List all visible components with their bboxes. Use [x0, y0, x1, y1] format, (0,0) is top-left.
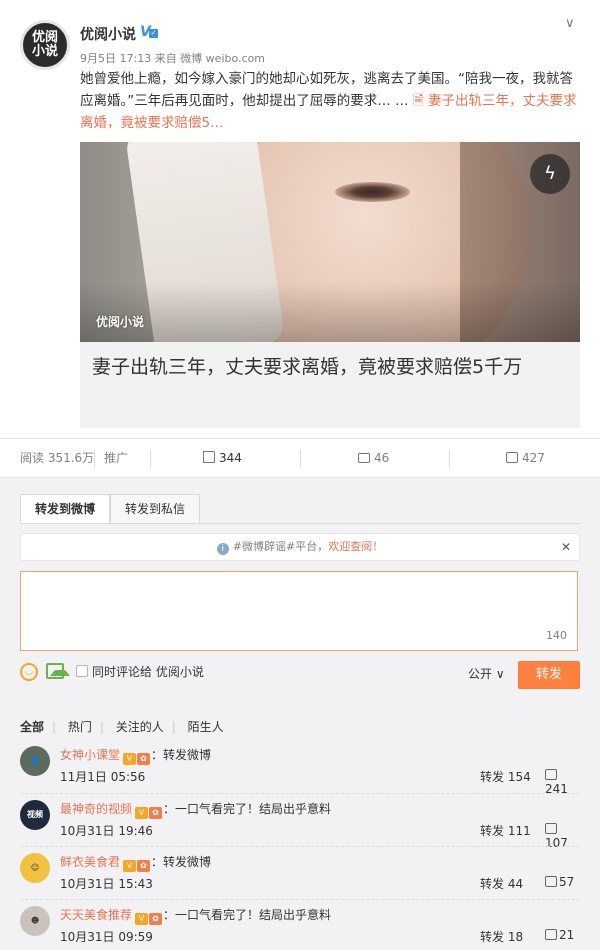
repost-message: ：一口气看完了！结局出乎意料 [163, 802, 332, 816]
forward-button[interactable]: 344 [203, 439, 242, 477]
notice-link[interactable]: 欢迎查阅！ [328, 540, 383, 553]
repost-list: 👤 女神小课堂 V ✿ ：转发微博 11月1日 05:56 转发 154 241 视频… [20, 740, 580, 950]
user-badge-icons: V ✿ [135, 910, 163, 925]
article-title[interactable]: 妻子出轨三年，丈夫要求离婚，竟被要求赔偿5千万 [92, 352, 572, 382]
read-count: 阅读 351.6万 [20, 451, 95, 465]
image-icon[interactable] [46, 663, 70, 679]
repost-user-name[interactable]: 天天美食推荐 [60, 908, 132, 922]
like-button[interactable]: 427 [506, 439, 545, 477]
repost-user-name[interactable]: 女神小课堂 [60, 748, 120, 762]
verified-v-icon: V ✓ [140, 24, 158, 40]
forward-count: 44 [507, 877, 524, 891]
filter-following[interactable]: 关注的人 [116, 720, 164, 734]
action-bar: 阅读 351.6万 推广 344 46 427 [0, 438, 600, 478]
forward-count: 18 [507, 930, 524, 944]
post-meta: 9月5日 17:13 来自 微博 weibo.com [80, 52, 266, 65]
like-count: 57 [559, 875, 575, 889]
repost-message: ：转发微博 [151, 748, 212, 762]
close-icon[interactable]: ✕ [561, 534, 571, 560]
user-badge-icons: V ✿ [135, 804, 163, 819]
repost-forward[interactable]: 转发 44 [480, 875, 523, 892]
char-counter: 140 [546, 629, 567, 642]
repost-time: 11月1日 05:56 [60, 770, 146, 784]
avatar[interactable]: 视频 [20, 800, 50, 830]
repost-like[interactable]: 57 [545, 875, 574, 889]
forward-panel: 转发到微博 转发到私信 i #微博辟谣#平台，欢迎查阅！ ✕ 140 ◡ 同时评论… [0, 478, 600, 950]
repost-user-name[interactable]: 最神奇的视频 [60, 802, 132, 816]
post-text: 她曾爱他上瘾，如今嫁入豪门的她却心如死灰，逃离去了美国。“陪我一夜，我就答应离婚… [80, 68, 582, 134]
repost-message: ：一口气看完了！结局出乎意料 [163, 908, 332, 922]
notice-bar: i #微博辟谣#平台，欢迎查阅！ ✕ [20, 533, 580, 561]
forward-label: 转发 [480, 930, 505, 944]
forward-label: 转发 [480, 770, 505, 784]
article-cover-image [80, 142, 580, 342]
visibility-value: 公开 [468, 667, 493, 681]
emoji-icon[interactable]: ◡ [20, 663, 38, 681]
thumb-up-icon [545, 769, 557, 780]
user-badge-icons: V ✿ [123, 750, 151, 765]
repost-user-name[interactable]: 鲜衣美食君 [60, 855, 120, 869]
repost-like[interactable]: 21 [545, 928, 574, 942]
thumb-up-icon [545, 823, 557, 834]
weibo-post: 优阅小说 优阅小说 V ✓ 9月5日 17:13 来自 微博 weibo.com … [0, 0, 600, 438]
tab-forward-weibo[interactable]: 转发到微博 [20, 494, 110, 524]
repost-time: 10月31日 15:43 [60, 877, 153, 891]
visibility-select[interactable]: 公开 ∨ [468, 665, 505, 682]
filter-strangers[interactable]: 陌生人 [188, 720, 224, 734]
also-comment-label: 同时评论给 优阅小说 [92, 665, 204, 679]
avatar[interactable]: ☻ [20, 906, 50, 936]
also-comment-checkbox[interactable] [76, 665, 88, 677]
forward-count: 111 [507, 824, 531, 838]
filter-hot[interactable]: 热门 [68, 720, 92, 734]
comment-button[interactable]: 46 [358, 439, 389, 477]
lightning-icon: ϟ [530, 154, 570, 194]
compose-toolbar: ◡ 同时评论给 优阅小说 公开 ∨ 转发 [20, 661, 580, 689]
repost-forward[interactable]: 转发 154 [480, 768, 531, 785]
avatar[interactable]: ☺ [20, 853, 50, 883]
repost-time: 10月31日 09:59 [60, 930, 153, 944]
list-item: 👤 女神小课堂 V ✿ ：转发微博 11月1日 05:56 转发 154 241 [20, 740, 580, 796]
forward-submit-button[interactable]: 转发 [518, 661, 580, 689]
forward-icon [203, 451, 215, 463]
forward-count: 154 [507, 770, 531, 784]
avatar-text: 优阅小说 [31, 30, 58, 59]
author-avatar[interactable]: 优阅小说 [20, 20, 70, 70]
repost-filters: 全部 | 热门 | 关注的人 | 陌生人 [20, 720, 224, 734]
repost-like[interactable]: 241 [545, 768, 580, 796]
avatar[interactable]: 👤 [20, 746, 50, 776]
article-card[interactable]: 优阅小说 ϟ 妻子出轨三年，丈夫要求离婚，竟被要求赔偿5千万 [80, 142, 580, 428]
author-name[interactable]: 优阅小说 [80, 24, 136, 44]
chevron-down-icon[interactable]: ∨ [565, 16, 581, 32]
list-item: 视频 最神奇的视频 V ✿ ：一口气看完了！结局出乎意料 10月31日 19:46 转… [20, 793, 580, 850]
comment-count: 46 [374, 451, 390, 465]
repost-message: ：转发微博 [151, 855, 212, 869]
forward-textarea[interactable]: 140 [20, 571, 578, 651]
image-watermark: 优阅小说 [96, 315, 145, 329]
tab-forward-private[interactable]: 转发到私信 [110, 494, 200, 524]
promote-button[interactable]: 推广 [104, 439, 128, 477]
forward-count: 344 [219, 451, 242, 465]
chevron-down-icon: ∨ [495, 667, 505, 681]
info-icon: i [216, 543, 229, 555]
user-badge-icons: V ✿ [123, 857, 151, 872]
thumb-up-icon [545, 929, 557, 940]
list-item: ☺ 鲜衣美食君 V ✿ ：转发微博 10月31日 15:43 转发 44 57 [20, 846, 580, 899]
filter-all[interactable]: 全部 [20, 720, 44, 734]
like-count: 21 [559, 928, 575, 942]
like-count: 427 [522, 451, 545, 465]
repost-forward[interactable]: 转发 111 [480, 822, 531, 839]
forward-label: 转发 [480, 824, 505, 838]
thumb-up-icon [545, 876, 557, 887]
repost-forward[interactable]: 转发 18 [480, 928, 523, 945]
notice-text: #微博辟谣#平台， [232, 540, 329, 553]
repost-time: 10月31日 19:46 [60, 824, 153, 838]
list-item: ☻ 天天美食推荐 V ✿ ：一口气看完了！结局出乎意料 10月31日 09:59 转发… [20, 899, 580, 950]
comment-icon [358, 453, 370, 463]
forward-label: 转发 [480, 877, 505, 891]
thumb-up-icon [506, 452, 518, 463]
